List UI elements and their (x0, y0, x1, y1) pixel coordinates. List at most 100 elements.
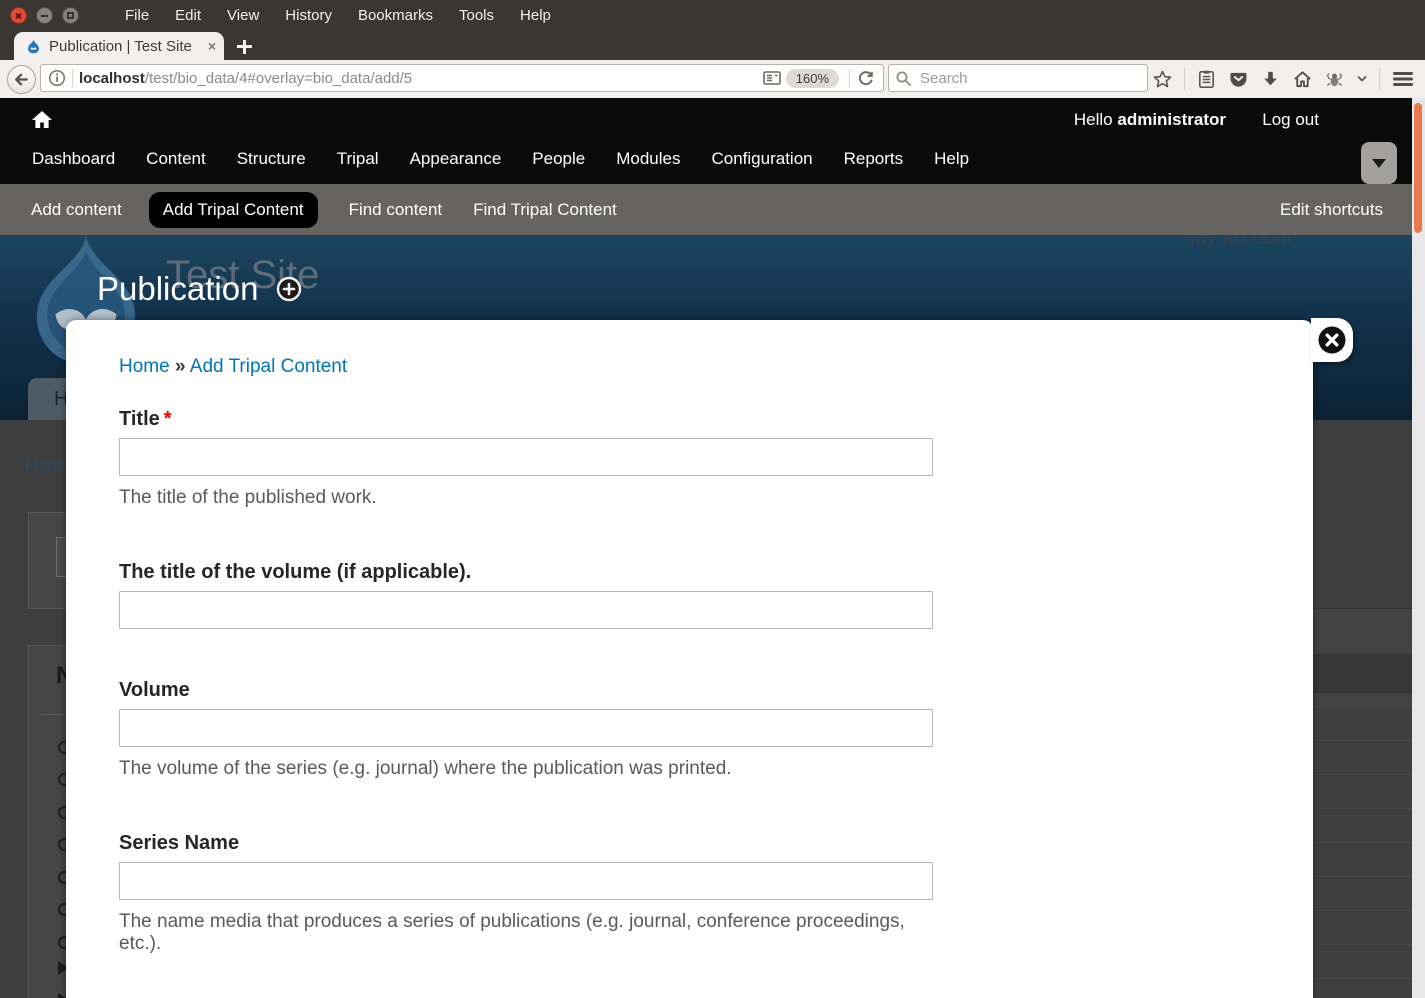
window-maximize-button[interactable] (62, 7, 79, 24)
field-volume-input[interactable] (119, 709, 933, 747)
scrollbar-track[interactable] (1412, 98, 1425, 998)
field-volume-title-label: The title of the volume (if applicable). (119, 561, 935, 584)
field-volume-label: Volume (119, 679, 935, 702)
required-marker: * (164, 408, 172, 430)
greeting-username: administrator (1117, 110, 1226, 129)
overlay-modal: Home » Add Tripal Content Title* The tit… (66, 320, 1313, 998)
back-button[interactable] (7, 65, 36, 94)
new-tab-button[interactable] (232, 35, 258, 59)
close-icon[interactable] (1317, 325, 1347, 355)
admin-menu-structure[interactable]: Structure (237, 149, 306, 169)
field-volume-title-input[interactable] (119, 591, 933, 629)
admin-menu-dashboard[interactable]: Dashboard (32, 149, 115, 169)
logout-link[interactable]: Log out (1262, 110, 1319, 130)
browser-tab[interactable]: Publication | Test Site × (14, 32, 224, 60)
pocket-icon[interactable] (1228, 69, 1249, 90)
page-title: Publication (97, 270, 258, 308)
add-circle-icon[interactable] (276, 276, 302, 302)
menu-view[interactable]: View (227, 7, 259, 24)
admin-menu-configuration[interactable]: Configuration (711, 149, 812, 169)
background-breadcrumb-partial: Hom (24, 453, 70, 479)
admin-toolbar-menu: Dashboard Content Structure Tripal Appea… (32, 142, 969, 176)
divider (1184, 68, 1185, 90)
field-series-name-input[interactable] (119, 862, 933, 900)
breadcrumb-separator: » (175, 356, 186, 377)
reader-mode-icon[interactable] (762, 69, 782, 87)
search-input[interactable] (918, 69, 1122, 88)
shortcut-find-tripal-content[interactable]: Find Tripal Content (473, 200, 617, 220)
field-title-input[interactable] (119, 438, 933, 476)
my-account-link[interactable]: My account (1190, 235, 1292, 250)
label-text: Title (119, 408, 160, 430)
home-icon[interactable] (1292, 69, 1313, 90)
menu-file[interactable]: File (125, 7, 149, 24)
admin-home-icon[interactable] (30, 108, 54, 132)
bookmarks-sidebar-icon[interactable] (1196, 69, 1217, 90)
reload-icon[interactable] (856, 69, 875, 88)
admin-menu-appearance[interactable]: Appearance (410, 149, 502, 169)
greeting-text: Hello administrator (1074, 110, 1226, 130)
shortcut-add-tripal-content-active[interactable]: Add Tripal Content (149, 192, 318, 228)
admin-menu-modules[interactable]: Modules (616, 149, 680, 169)
url-bar[interactable]: localhost/test/bio_data/4#overlay=bio_da… (40, 64, 884, 92)
tab-close-icon[interactable]: × (208, 39, 216, 53)
admin-toolbar-top-row: Hello administrator Log out (0, 98, 1412, 142)
field-volume-title: The title of the volume (if applicable). (119, 561, 935, 629)
admin-menu-content[interactable]: Content (146, 149, 206, 169)
hamburger-menu-icon[interactable] (1391, 69, 1415, 89)
field-series-name-description: The name media that produces a series of… (119, 911, 935, 955)
chevron-down-icon[interactable] (1356, 73, 1368, 85)
field-title-label: Title* (119, 408, 935, 431)
url-host: localhost (79, 70, 145, 87)
field-title-description: The title of the published work. (119, 487, 935, 509)
breadcrumb: Home » Add Tripal Content (119, 356, 935, 378)
tab-title: Publication | Test Site (49, 38, 202, 55)
window-titlebar: File Edit View History Bookmarks Tools H… (0, 0, 1425, 30)
browser-window: Test Site My account Ho Hom N (0, 0, 1425, 998)
menu-bookmarks[interactable]: Bookmarks (358, 7, 433, 24)
field-volume-description: The volume of the series (e.g. journal) … (119, 758, 935, 780)
tab-bar: Publication | Test Site × (0, 30, 1425, 60)
zoom-level-badge[interactable]: 160% (786, 69, 839, 88)
toolbar-icons (1152, 60, 1415, 98)
admin-menu-tripal[interactable]: Tripal (337, 149, 379, 169)
breadcrumb-current-link[interactable]: Add Tripal Content (190, 356, 347, 377)
scrollbar-thumb[interactable] (1414, 103, 1422, 233)
window-controls (0, 7, 79, 24)
field-title: Title* The title of the published work. (119, 408, 935, 509)
overlay-close-bubble[interactable] (1311, 318, 1353, 362)
menu-tools[interactable]: Tools (459, 7, 494, 24)
divider (1379, 68, 1380, 90)
search-bar[interactable] (888, 64, 1148, 92)
window-minimize-button[interactable] (36, 7, 53, 24)
navigation-toolbar: localhost/test/bio_data/4#overlay=bio_da… (0, 60, 1425, 99)
admin-menu-people[interactable]: People (532, 149, 585, 169)
site-info-icon[interactable] (48, 69, 66, 87)
divider (72, 69, 73, 87)
edit-shortcuts-link[interactable]: Edit shortcuts (1280, 200, 1383, 220)
field-volume: Volume The volume of the series (e.g. jo… (119, 679, 935, 780)
overlay-content: Home » Add Tripal Content Title* The tit… (119, 356, 935, 955)
admin-menu-reports[interactable]: Reports (844, 149, 904, 169)
menu-edit[interactable]: Edit (175, 7, 201, 24)
admin-menu-help[interactable]: Help (934, 149, 969, 169)
field-series-name-label: Series Name (119, 832, 935, 855)
bookmark-star-icon[interactable] (1152, 69, 1173, 90)
extension-fly-icon[interactable] (1324, 69, 1345, 90)
url-path: /test/bio_data/4#overlay=bio_data/add/5 (145, 70, 412, 87)
app-menubar: File Edit View History Bookmarks Tools H… (125, 7, 551, 24)
window-close-button[interactable] (10, 7, 27, 24)
breadcrumb-home-link[interactable]: Home (119, 356, 170, 377)
shortcut-add-content[interactable]: Add content (31, 200, 122, 220)
field-series-name: Series Name The name media that produces… (119, 832, 935, 955)
download-icon[interactable] (1260, 69, 1281, 90)
menu-history[interactable]: History (285, 7, 332, 24)
shortcut-bar: Add content Add Tripal Content Find cont… (0, 184, 1412, 235)
shortcut-find-content[interactable]: Find content (349, 200, 443, 220)
overlay-heading: Publication (97, 270, 302, 308)
drupal-favicon-icon (26, 39, 41, 54)
greeting-hello: Hello (1074, 110, 1113, 129)
toolbar-toggle-button[interactable] (1361, 142, 1397, 184)
menu-help[interactable]: Help (520, 7, 551, 24)
url-text[interactable]: localhost/test/bio_data/4#overlay=bio_da… (79, 70, 762, 87)
